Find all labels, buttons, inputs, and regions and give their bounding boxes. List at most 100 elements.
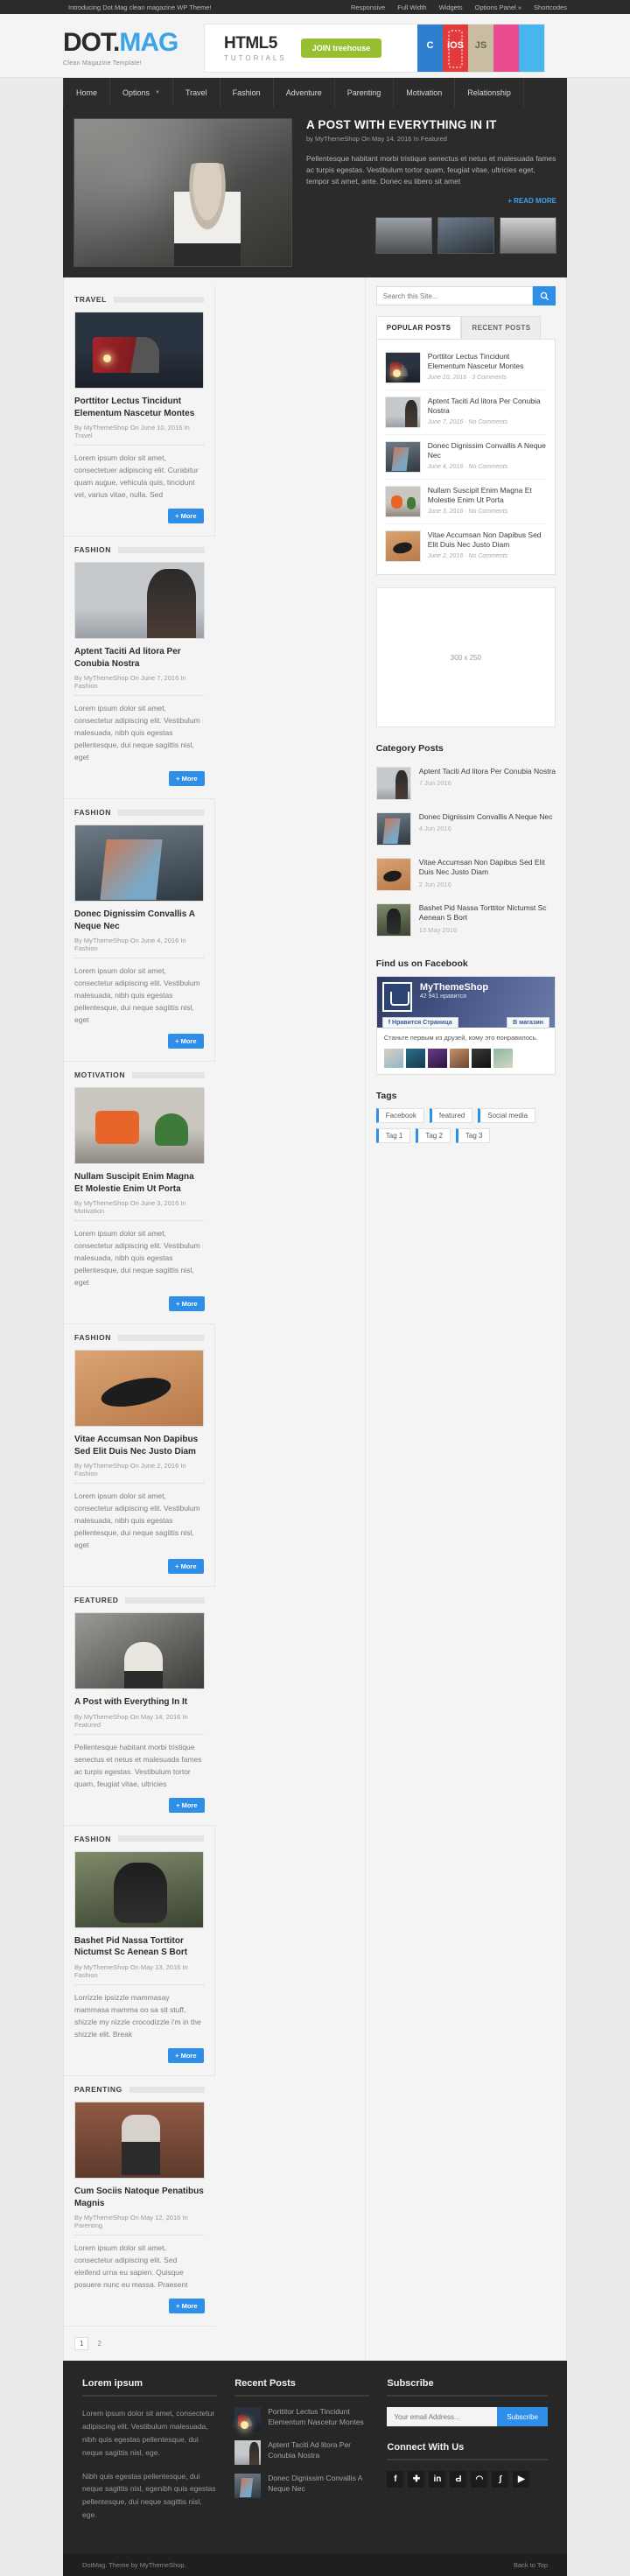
tag-chip[interactable]: Tag 3 [455, 1127, 491, 1143]
site-logo[interactable]: DOT.MAG Clean Magazine Template! [63, 30, 190, 67]
tag-chip[interactable]: Social media [478, 1107, 536, 1123]
facebook-like-button[interactable]: f Нравится Страница [382, 1017, 458, 1028]
post-thumbnail[interactable] [74, 312, 204, 389]
tag-chip[interactable]: Tag 1 [375, 1127, 411, 1143]
post-category-label[interactable]: FASHION [74, 1333, 111, 1342]
post-category-label[interactable]: FEATURED [74, 1596, 118, 1604]
nav-item-travel[interactable]: Travel [173, 78, 220, 108]
top-link-responsive[interactable]: Responsive [351, 4, 385, 11]
popular-post-title[interactable]: Porttitor Lectus Tincidunt Elementum Nas… [428, 352, 547, 372]
tab-recent-posts[interactable]: RECENT POSTS [461, 316, 542, 339]
post-title[interactable]: Porttitor Lectus Tincidunt Elementum Nas… [74, 396, 204, 419]
nav-item-home[interactable]: Home [63, 78, 111, 108]
slider-thumb-2[interactable] [438, 216, 494, 254]
banner-cta-button[interactable]: JOIN treehouse [300, 39, 382, 58]
post-title[interactable]: Vitae Accumsan Non Dapibus Sed Elit Duis… [74, 1434, 204, 1457]
footer-recent-item[interactable]: Donec Dignissim Convallis A Neque Nec [234, 2474, 369, 2499]
stumbleupon-icon[interactable]: ∫ [492, 2471, 509, 2488]
post-category-label[interactable]: MOTIVATION [74, 1070, 125, 1079]
category-post-title[interactable]: Bashet Pid Nassa Torttitor Nictumst Sc A… [419, 903, 556, 923]
friend-avatar[interactable] [449, 1048, 469, 1068]
category-post-item[interactable]: Donec Dignissim Convallis A Neque Nec 4 J… [375, 806, 556, 852]
read-more-button[interactable]: + More [169, 1296, 205, 1312]
back-to-top-link[interactable]: Back to Top [514, 2561, 548, 2569]
read-more-button[interactable]: + More [168, 2048, 204, 2063]
top-link-shortcodes[interactable]: Shortcodes [534, 4, 567, 11]
category-post-item[interactable]: Bashet Pid Nassa Torttitor Nictumst Sc A… [375, 897, 556, 943]
search-input[interactable] [375, 286, 533, 305]
post-thumbnail[interactable] [74, 562, 205, 640]
friend-avatar[interactable] [427, 1048, 447, 1068]
slider-read-more-link[interactable]: + READ MORE [306, 197, 556, 205]
popular-post-title[interactable]: Vitae Accumsan Non Dapibus Sed Elit Duis… [428, 530, 547, 551]
footer-recent-item[interactable]: Porttitor Lectus Tincidunt Elementum Nas… [234, 2407, 369, 2432]
popular-post-item[interactable]: Donec Dignissim Convallis A Neque Nec Jun… [384, 435, 547, 480]
slider-main-image[interactable] [74, 118, 292, 267]
popular-post-item[interactable]: Aptent Taciti Ad litora Per Conubia Nost… [384, 390, 547, 435]
popular-post-title[interactable]: Aptent Taciti Ad litora Per Conubia Nost… [428, 397, 547, 417]
popular-post-title[interactable]: Donec Dignissim Convallis A Neque Nec [428, 441, 547, 461]
page-2-button[interactable]: 2 [97, 2340, 101, 2348]
tab-popular-posts[interactable]: POPULAR POSTS [375, 316, 462, 339]
googleplus-icon[interactable]: ✚ [408, 2471, 425, 2488]
top-link-options-panel[interactable]: Options Panel » [475, 4, 522, 11]
post-category-label[interactable]: PARENTING [74, 2085, 122, 2094]
post-title[interactable]: Donec Dignissim Convallis A Neque Nec [74, 909, 204, 932]
post-title[interactable]: Aptent Taciti Ad litora Per Conubia Nost… [74, 646, 205, 670]
popular-post-title[interactable]: Nullam Suscipit Enim Magna Et Molestie E… [428, 486, 547, 506]
post-thumbnail[interactable] [74, 825, 204, 902]
read-more-button[interactable]: + More [168, 509, 204, 524]
post-thumbnail[interactable] [74, 2102, 205, 2179]
post-thumbnail[interactable] [74, 1087, 205, 1165]
post-category-label[interactable]: FASHION [74, 545, 111, 554]
category-post-item[interactable]: Vitae Accumsan Non Dapibus Sed Elit Duis… [375, 852, 556, 897]
post-thumbnail[interactable] [74, 1850, 204, 1928]
footer-recent-title[interactable]: Porttitor Lectus Tincidunt Elementum Nas… [268, 2407, 369, 2432]
pinterest-icon[interactable]: Ԁ [450, 2471, 467, 2488]
slider-title[interactable]: A POST WITH EVERYTHING IN IT [306, 118, 556, 131]
facebook-share-button[interactable]: В магазин [507, 1017, 550, 1028]
popular-post-item[interactable]: Vitae Accumsan Non Dapibus Sed Elit Duis… [384, 524, 547, 568]
nav-item-fashion[interactable]: Fashion [220, 78, 274, 108]
linkedin-icon[interactable]: in [429, 2471, 446, 2488]
footer-recent-title[interactable]: Donec Dignissim Convallis A Neque Nec [268, 2474, 369, 2498]
category-post-title[interactable]: Vitae Accumsan Non Dapibus Sed Elit Duis… [419, 858, 556, 878]
read-more-button[interactable]: + More [168, 1034, 204, 1049]
read-more-button[interactable]: + More [168, 1559, 204, 1575]
footer-recent-item[interactable]: Aptent Taciti Ad litora Per Conubia Nost… [234, 2440, 369, 2466]
page-1-button[interactable]: 1 [74, 2337, 89, 2351]
post-category-label[interactable]: FASHION [74, 808, 111, 817]
popular-post-item[interactable]: Nullam Suscipit Enim Magna Et Molestie E… [384, 480, 547, 524]
header-ad-banner[interactable]: HTML5 TUTORIALS JOIN treehouse C iOS JS [204, 24, 545, 73]
search-button[interactable] [533, 286, 556, 305]
facebook-icon[interactable]: f [387, 2471, 404, 2488]
popular-post-item[interactable]: Porttitor Lectus Tincidunt Elementum Nas… [384, 346, 547, 390]
top-link-widgets[interactable]: Widgets [439, 4, 463, 11]
slider-thumb-1[interactable] [375, 216, 432, 254]
post-title[interactable]: Nullam Suscipit Enim Magna Et Molestie E… [74, 1171, 205, 1195]
post-title[interactable]: Cum Sociis Natoque Penatibus Magnis [74, 2186, 205, 2209]
nav-item-parenting[interactable]: Parenting [335, 78, 395, 108]
post-title[interactable]: Bashet Pid Nassa Torttitor Nictumst Sc A… [74, 1935, 204, 1959]
category-post-item[interactable]: Aptent Taciti Ad litora Per Conubia Nost… [375, 761, 556, 806]
slider-thumb-3[interactable] [500, 216, 556, 254]
post-category-label[interactable]: TRAVEL [74, 295, 107, 304]
youtube-icon[interactable]: ▶ [513, 2471, 530, 2488]
subscribe-button[interactable]: Subscribe [497, 2407, 548, 2427]
friend-avatar[interactable] [383, 1048, 403, 1068]
read-more-button[interactable]: + More [169, 1797, 205, 1813]
nav-item-adventure[interactable]: Adventure [274, 78, 335, 108]
footer-recent-title[interactable]: Aptent Taciti Ad litora Per Conubia Nost… [268, 2440, 369, 2465]
category-post-title[interactable]: Donec Dignissim Convallis A Neque Nec [419, 812, 553, 822]
read-more-button[interactable]: + More [169, 771, 205, 787]
top-link-full-width[interactable]: Full Width [397, 4, 426, 11]
tag-chip[interactable]: Facebook [375, 1107, 424, 1123]
post-thumbnail[interactable] [74, 1350, 204, 1428]
category-post-title[interactable]: Aptent Taciti Ad litora Per Conubia Nost… [419, 767, 556, 776]
tag-chip[interactable]: Tag 2 [416, 1127, 451, 1143]
email-field[interactable] [387, 2407, 498, 2427]
friend-avatar[interactable] [471, 1048, 491, 1068]
post-title[interactable]: A Post with Everything In It [74, 1696, 205, 1709]
friend-avatar[interactable] [405, 1048, 425, 1068]
post-category-label[interactable]: FASHION [74, 1835, 111, 1843]
